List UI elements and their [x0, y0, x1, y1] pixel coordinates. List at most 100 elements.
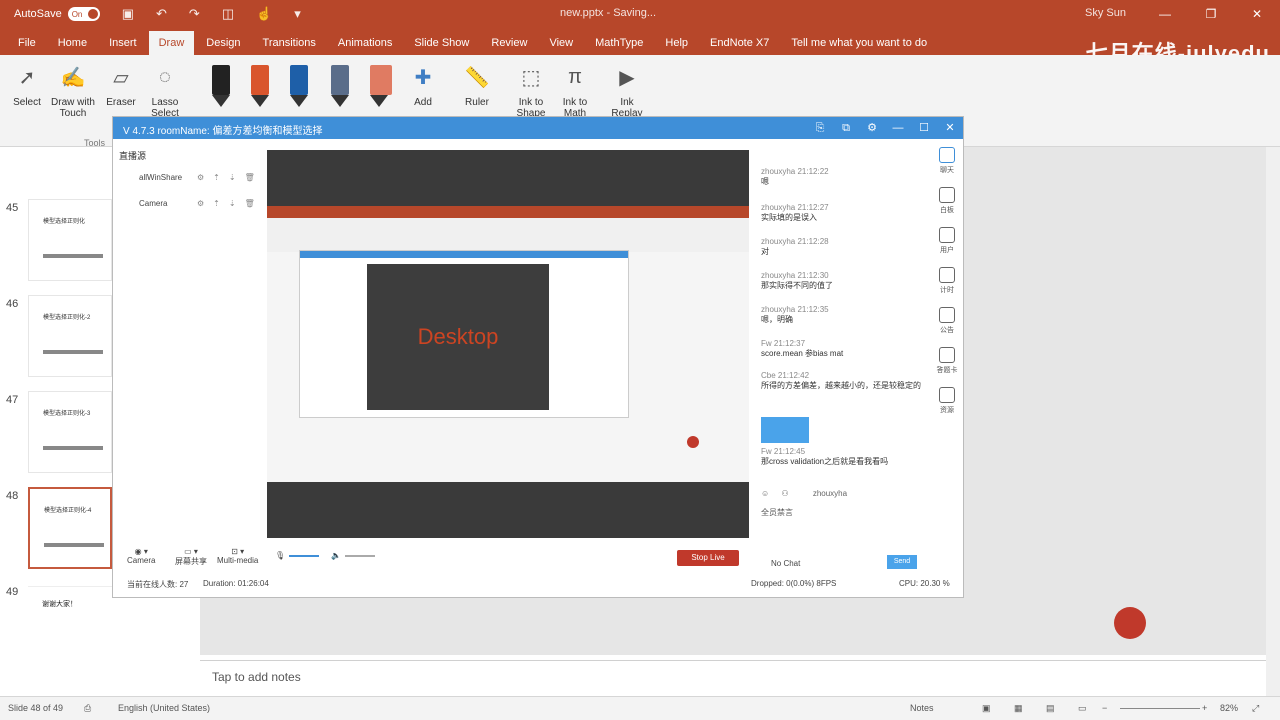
tab-view[interactable]: View — [539, 31, 583, 55]
tab-mathtype[interactable]: MathType — [585, 31, 653, 55]
slide-thumbnail[interactable]: 模型选择正则化-3 — [28, 391, 112, 473]
tool-box-icon — [939, 187, 955, 203]
pen-blue[interactable] — [290, 65, 308, 109]
fit-to-window-icon[interactable]: ⤢ — [1252, 703, 1259, 714]
add-pen-button[interactable]: ✚ Add — [408, 61, 438, 109]
zoom-level[interactable]: 82% — [1220, 703, 1238, 713]
microphone-icon[interactable]: 🎙 — [275, 551, 320, 560]
pointer-dot — [687, 436, 699, 448]
notes-toggle[interactable]: Notes — [910, 703, 934, 713]
stream-maximize-button[interactable]: ☐ — [911, 117, 937, 139]
language-indicator[interactable]: English (United States) — [118, 703, 210, 713]
eraser-button[interactable]: ▱ Eraser — [104, 61, 138, 109]
all-mute-label[interactable]: 全员禁言 — [761, 507, 793, 518]
undo-icon[interactable]: ↶ — [156, 6, 167, 22]
stream-close-button[interactable]: ✕ — [937, 117, 963, 139]
pen-body — [251, 65, 269, 95]
normal-view-icon[interactable]: ▣ — [982, 703, 991, 714]
tab-help[interactable]: Help — [655, 31, 698, 55]
zoom-out-icon[interactable]: − — [1102, 703, 1107, 713]
user-name[interactable]: Sky Sun — [1085, 7, 1126, 19]
tool-label: 聊天 — [940, 167, 954, 174]
slideshow-view-icon[interactable]: ▭ — [1078, 703, 1087, 714]
nested-ribbon — [267, 206, 749, 218]
source-controls-icon[interactable]: ⚙⇡⇣🗑 — [197, 173, 264, 182]
tab-endnote[interactable]: EndNote X7 — [700, 31, 779, 55]
tab-design[interactable]: Design — [196, 31, 250, 55]
no-chat-option[interactable]: No Chat — [771, 559, 800, 568]
tab-draw[interactable]: Draw — [148, 31, 195, 55]
autosave-toggle[interactable]: On — [67, 7, 100, 21]
pen-red[interactable] — [251, 65, 269, 109]
share-icon[interactable]: ⎘ — [807, 117, 833, 139]
send-button[interactable]: Send — [887, 555, 917, 569]
tab-home[interactable]: Home — [48, 31, 97, 55]
multimedia-button[interactable]: ⊡ ▾ Multi-media — [217, 547, 258, 565]
ruler-button[interactable]: 📏 Ruler — [458, 61, 496, 109]
thumbnail-line — [43, 254, 103, 258]
ink-replay-button[interactable]: ▶ Ink Replay — [606, 61, 648, 120]
stream-minimize-button[interactable]: — — [885, 117, 911, 139]
highlighter[interactable] — [370, 65, 392, 109]
tab-file[interactable]: File — [8, 31, 46, 55]
slide-sorter-icon[interactable]: ▦ — [1014, 703, 1023, 714]
lasso-icon: ◌ — [159, 65, 171, 88]
lasso-select-button[interactable]: ◌ Lasso Select — [145, 61, 185, 120]
timer-tool-icon[interactable]: 计时 — [935, 267, 959, 295]
slide-counter: Slide 48 of 49 — [8, 703, 64, 713]
plus-icon: ✚ — [414, 66, 432, 89]
screen-share-button[interactable]: ▭ ▾ 屏幕共享 — [175, 547, 207, 567]
settings-gear-icon[interactable]: ⚙ — [859, 117, 885, 139]
restore-button[interactable]: ❐ — [1188, 0, 1234, 28]
popout-icon[interactable]: ⧉ — [833, 117, 859, 139]
pen-tip — [251, 95, 269, 107]
users-tool-icon[interactable]: 用户 — [935, 227, 959, 255]
ink-to-math-button[interactable]: π Ink to Math — [554, 61, 596, 120]
tab-animations[interactable]: Animations — [328, 31, 402, 55]
zoom-in-icon[interactable]: + — [1202, 703, 1207, 713]
stop-live-button[interactable]: Stop Live — [677, 550, 739, 566]
notes-pane[interactable]: Tap to add notes — [200, 660, 1266, 696]
pen-tip — [290, 95, 308, 107]
slide-thumbnail-selected[interactable]: 模型选择正则化-4 — [28, 487, 112, 569]
touch-mode-icon[interactable]: ☝ — [256, 6, 272, 22]
chat-tool-icon[interactable]: 聊天 — [935, 147, 959, 175]
slide-thumbnail[interactable]: 模型选择正则化 — [28, 199, 112, 281]
emoji-icon[interactable]: ☺ — [761, 489, 769, 498]
thumbnail-title: 谢谢大家！ — [42, 601, 77, 608]
spellcheck-icon[interactable]: ⎙ — [84, 703, 91, 714]
present-icon[interactable]: ◫ — [222, 6, 234, 22]
save-icon[interactable]: ▣ — [122, 6, 134, 22]
chat-message: Fw 21:12:45 那cross validation之后就是看我看吗 — [761, 447, 931, 467]
redo-icon[interactable]: ↷ — [189, 6, 200, 22]
chat-target[interactable]: zhouxyha — [813, 489, 847, 498]
tab-review[interactable]: Review — [481, 31, 537, 55]
close-button[interactable]: ✕ — [1234, 0, 1280, 28]
tab-transitions[interactable]: Transitions — [253, 31, 326, 55]
minimize-button[interactable]: — — [1142, 0, 1188, 28]
user-icon[interactable]: ⚇ — [781, 489, 788, 498]
ink-to-shape-button[interactable]: ⬚ Ink to Shape — [510, 61, 552, 120]
tool-box-icon — [939, 387, 955, 403]
notice-tool-icon[interactable]: 公告 — [935, 307, 959, 335]
reading-view-icon[interactable]: ▤ — [1046, 703, 1055, 714]
source-controls-icon[interactable]: ⚙⇡⇣🗑 — [197, 199, 264, 208]
pen-black[interactable] — [212, 65, 230, 109]
answer-card-tool-icon[interactable]: 答题卡 — [935, 347, 959, 375]
whiteboard-tool-icon[interactable]: 白板 — [935, 187, 959, 215]
tab-slide-show[interactable]: Slide Show — [404, 31, 479, 55]
camera-button[interactable]: ◉ ▾ Camera — [127, 547, 155, 565]
resources-tool-icon[interactable]: 资源 — [935, 387, 959, 415]
vertical-scrollbar[interactable] — [1266, 147, 1280, 696]
customize-qat-icon[interactable]: ▾ — [294, 6, 301, 22]
pen-galaxy[interactable] — [331, 65, 349, 109]
chat-input-row[interactable]: ☺ ⚇ zhouxyha — [761, 489, 931, 498]
draw-with-touch-button[interactable]: ✍ Draw with Touch — [48, 61, 98, 120]
tab-insert[interactable]: Insert — [99, 31, 147, 55]
tell-me-search[interactable]: Tell me what you want to do — [791, 31, 927, 55]
slide-thumbnail[interactable]: 模型选择正则化-2 — [28, 295, 112, 377]
select-button[interactable]: ➚ Select — [10, 61, 44, 109]
zoom-slider[interactable] — [1120, 708, 1200, 709]
slide-thumbnail[interactable]: 谢谢大家！ — [28, 586, 112, 626]
speaker-icon[interactable]: 🔈 — [331, 551, 375, 560]
